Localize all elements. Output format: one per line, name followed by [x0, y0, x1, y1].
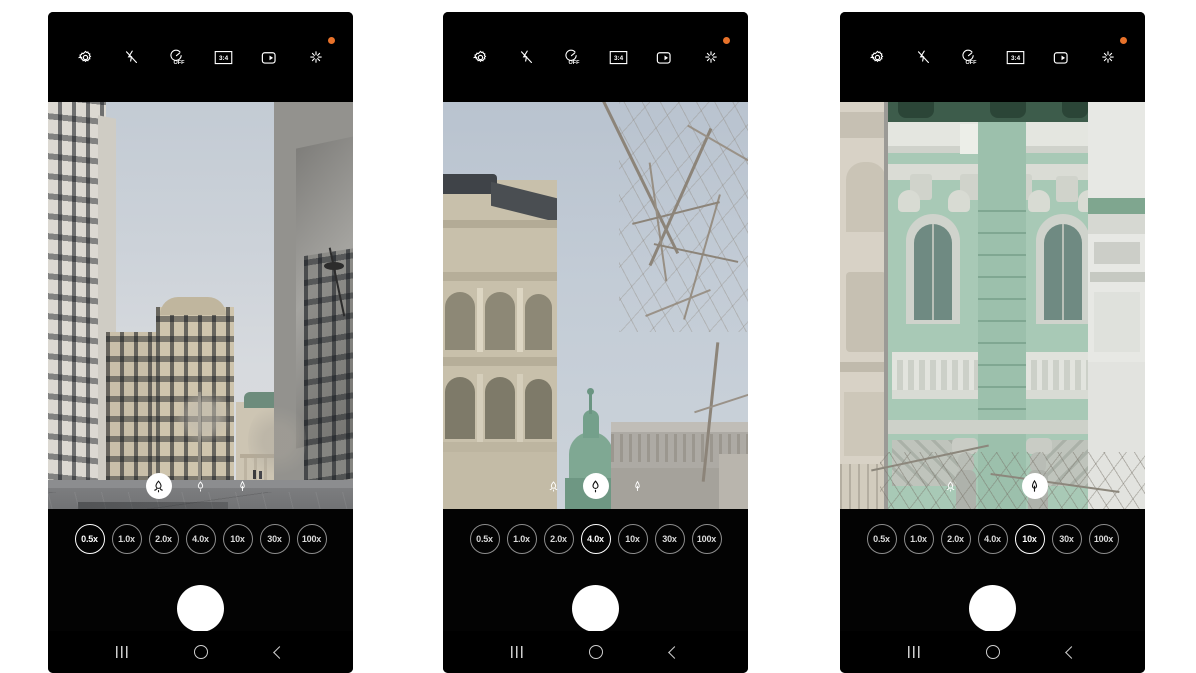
wide-lens-icon[interactable] — [582, 473, 609, 499]
svg-text:3:4: 3:4 — [219, 55, 229, 62]
timer-off-icon[interactable]: OFF — [557, 42, 587, 72]
zoom-chip-5[interactable]: 30x — [654, 524, 685, 554]
lens-selector-3 — [840, 473, 1145, 499]
svg-text:OFF: OFF — [568, 60, 580, 66]
back-button[interactable] — [267, 639, 293, 665]
zoom-chip-2[interactable]: 2.0x — [543, 524, 574, 554]
zoom-chip-4[interactable]: 10x — [222, 524, 253, 554]
lens-selector-1 — [48, 473, 353, 499]
filters-badge-dot — [722, 37, 730, 44]
filters-icon[interactable] — [301, 37, 335, 72]
zoom-chip-2[interactable]: 2.0x — [940, 524, 971, 554]
zoom-chip-1[interactable]: 1.0x — [111, 524, 142, 554]
aspect-ratio-icon[interactable]: 3:4 — [604, 42, 634, 72]
viewfinder-3[interactable] — [840, 102, 1145, 509]
zoom-chip-3[interactable]: 4.0x — [580, 524, 611, 554]
filters-badge-dot — [327, 37, 335, 44]
aspect-ratio-icon[interactable]: 3:4 — [209, 42, 239, 72]
zoom-chip-4[interactable]: 10x — [617, 524, 648, 554]
camera-toolbar: OFF 3:4 — [840, 12, 1145, 102]
phone-panel-3: OFF 3:4 0.5x 1.0x 2.0x 4.0x 10x 30x 100x — [840, 12, 1145, 673]
flash-off-icon[interactable] — [116, 42, 146, 72]
zoom-chip-5[interactable]: 30x — [259, 524, 290, 554]
camera-toolbar: OFF 3:4 — [443, 12, 748, 102]
shutter-button[interactable] — [572, 584, 619, 632]
zoom-chip-6[interactable]: 100x — [296, 524, 327, 554]
filters-icon[interactable] — [1093, 37, 1127, 72]
home-button[interactable] — [980, 639, 1006, 665]
motion-photo-icon[interactable] — [650, 42, 680, 72]
zoom-chips-3: 0.5x 1.0x 2.0x 4.0x 10x 30x 100x — [840, 524, 1145, 554]
svg-text:3:4: 3:4 — [1011, 55, 1021, 62]
flash-off-icon[interactable] — [511, 42, 541, 72]
zoom-chip-1[interactable]: 1.0x — [903, 524, 934, 554]
ultrawide-lens-icon[interactable] — [541, 473, 567, 499]
zoom-chip-0[interactable]: 0.5x — [866, 524, 897, 554]
settings-icon[interactable] — [70, 42, 100, 72]
zoom-chip-5[interactable]: 30x — [1051, 524, 1082, 554]
zoom-chip-0[interactable]: 0.5x — [74, 524, 105, 554]
tele-lens-icon[interactable] — [625, 473, 651, 499]
android-navbar-1 — [48, 631, 353, 673]
phone-panel-2: OFF 3:4 0.5x 1.0x 2.0x 4.0x 10x 30x 100x — [443, 12, 748, 673]
back-button[interactable] — [662, 639, 688, 665]
settings-icon[interactable] — [862, 42, 892, 72]
shutter-button[interactable] — [177, 584, 224, 632]
tele-lens-icon[interactable] — [1021, 473, 1048, 499]
viewfinder-1[interactable] — [48, 102, 353, 509]
zoom-chip-3[interactable]: 4.0x — [185, 524, 216, 554]
wide-lens-icon[interactable] — [188, 473, 214, 499]
lens-selector-2 — [443, 473, 748, 499]
aspect-ratio-icon[interactable]: 3:4 — [1001, 42, 1031, 72]
android-navbar-3 — [840, 631, 1145, 673]
home-button[interactable] — [188, 639, 214, 665]
phone-panel-1: OFF 3:4 0.5x 1.0x 2.0x 4.0x 10x 30x 100x — [48, 12, 353, 673]
recents-button[interactable] — [109, 639, 135, 665]
filters-icon[interactable] — [696, 37, 730, 72]
zoom-chip-0[interactable]: 0.5x — [469, 524, 500, 554]
ultrawide-lens-icon[interactable] — [145, 473, 172, 499]
zoom-chip-1[interactable]: 1.0x — [506, 524, 537, 554]
settings-icon[interactable] — [465, 42, 495, 72]
motion-photo-icon[interactable] — [1047, 42, 1077, 72]
tele-lens-icon[interactable] — [230, 473, 256, 499]
svg-text:OFF: OFF — [965, 60, 977, 66]
zoom-chips-1: 0.5x 1.0x 2.0x 4.0x 10x 30x 100x — [48, 524, 353, 554]
svg-text:3:4: 3:4 — [614, 55, 624, 62]
zoom-chips-2: 0.5x 1.0x 2.0x 4.0x 10x 30x 100x — [443, 524, 748, 554]
ultrawide-lens-icon[interactable] — [938, 473, 964, 499]
camera-toolbar: OFF 3:4 — [48, 12, 353, 102]
timer-off-icon[interactable]: OFF — [162, 42, 192, 72]
motion-photo-icon[interactable] — [255, 42, 285, 72]
shutter-button[interactable] — [969, 584, 1016, 632]
zoom-chip-4[interactable]: 10x — [1014, 524, 1045, 554]
filters-badge-dot — [1119, 37, 1127, 44]
flash-off-icon[interactable] — [908, 42, 938, 72]
timer-off-icon[interactable]: OFF — [954, 42, 984, 72]
svg-text:OFF: OFF — [173, 60, 185, 66]
back-button[interactable] — [1059, 639, 1085, 665]
screenshot-stage: OFF 3:4 0.5x 1.0x 2.0x 4.0x 10x 30x 100x… — [0, 0, 1196, 673]
home-button[interactable] — [583, 639, 609, 665]
recents-button[interactable] — [901, 639, 927, 665]
zoom-chip-3[interactable]: 4.0x — [977, 524, 1008, 554]
viewfinder-2[interactable] — [443, 102, 748, 509]
android-navbar-2 — [443, 631, 748, 673]
zoom-chip-6[interactable]: 100x — [691, 524, 722, 554]
zoom-chip-2[interactable]: 2.0x — [148, 524, 179, 554]
zoom-chip-6[interactable]: 100x — [1088, 524, 1119, 554]
recents-button[interactable] — [504, 639, 530, 665]
